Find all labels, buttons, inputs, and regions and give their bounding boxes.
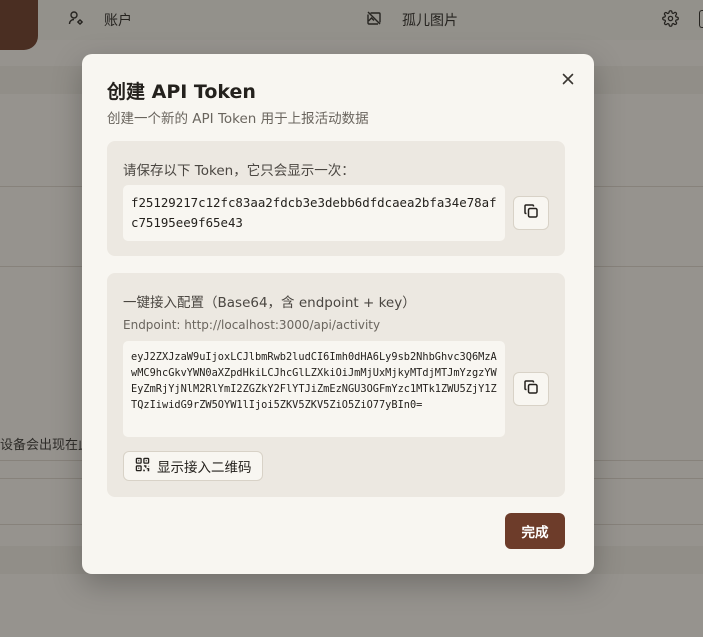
done-button[interactable]: 完成: [505, 513, 565, 549]
close-button[interactable]: [560, 71, 576, 87]
copy-icon: [523, 203, 539, 223]
create-token-dialog: 创建 API Token 创建一个新的 API Token 用于上报活动数据 请…: [82, 54, 594, 574]
config-panel: 一键接入配置（Base64，含 endpoint + key） Endpoint…: [107, 273, 565, 497]
dialog-title: 创建 API Token: [107, 81, 256, 103]
close-icon: [560, 72, 576, 91]
token-value[interactable]: f25129217c12fc83aa2fdcb3e3debb6dfdcaea2b…: [123, 185, 505, 241]
config-label: 一键接入配置（Base64，含 endpoint + key）: [123, 295, 416, 311]
qr-code-icon: [135, 457, 150, 476]
copy-config-button[interactable]: [513, 372, 549, 406]
show-qr-label: 显示接入二维码: [157, 460, 252, 476]
copy-token-button[interactable]: [513, 196, 549, 230]
endpoint-text: Endpoint: http://localhost:3000/api/acti…: [123, 318, 381, 332]
show-qr-button[interactable]: 显示接入二维码: [123, 451, 263, 481]
copy-icon: [523, 379, 539, 399]
dialog-description: 创建一个新的 API Token 用于上报活动数据: [107, 111, 369, 127]
token-panel: 请保存以下 Token，它只会显示一次： f25129217c12fc83aa2…: [107, 141, 565, 256]
token-label: 请保存以下 Token，它只会显示一次：: [123, 163, 355, 179]
config-value[interactable]: eyJ2ZXJzaW9uIjoxLCJlbmRwb2ludCI6Imh0dHA6…: [123, 341, 505, 437]
